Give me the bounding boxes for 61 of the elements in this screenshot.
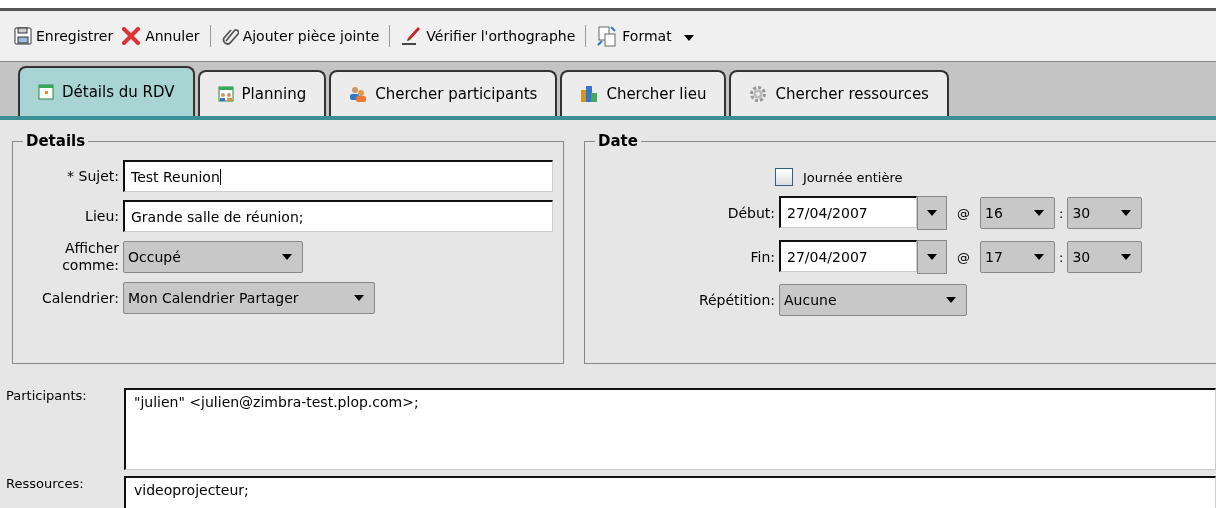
tab[interactable]: Planning bbox=[197, 70, 327, 116]
time-separator: : bbox=[1059, 249, 1064, 265]
hour-dropdown[interactable]: 16 bbox=[980, 197, 1055, 229]
buildings-icon bbox=[580, 85, 599, 103]
dropdown[interactable]: Aucune bbox=[779, 284, 967, 316]
tab[interactable]: Chercher participants bbox=[329, 70, 558, 116]
documents-icon bbox=[596, 25, 619, 47]
checkbox-label: Journée entière bbox=[803, 169, 903, 185]
checkbox[interactable] bbox=[775, 168, 793, 186]
caret-icon bbox=[354, 294, 364, 301]
field-label: * Sujet: bbox=[66, 168, 119, 184]
toolbar-button[interactable]: Ajouter pièce jointe bbox=[216, 27, 384, 45]
toolbar-button[interactable]: Enregistrer bbox=[10, 27, 118, 45]
caret-icon bbox=[683, 35, 694, 41]
subject-field[interactable]: Test Reunion bbox=[123, 160, 553, 192]
field-label: Participants: bbox=[6, 388, 88, 405]
caret-icon bbox=[1034, 254, 1044, 260]
toolbar-button[interactable]: Annuler bbox=[117, 27, 204, 45]
dropdown[interactable]: Occupé bbox=[123, 240, 303, 273]
toolbar-button[interactable]: Vérifier l'orthographe bbox=[396, 25, 580, 47]
at-sign: @ bbox=[957, 249, 970, 265]
resources-field[interactable]: videoprojecteur; bbox=[124, 476, 1216, 508]
field-label: Calendrier: bbox=[40, 289, 119, 306]
toolbar-button[interactable]: Format bbox=[592, 25, 698, 47]
field-label: Afficher comme: bbox=[61, 240, 119, 274]
caret-icon bbox=[927, 210, 937, 216]
field-label: Début: bbox=[726, 205, 775, 221]
caret-icon bbox=[1121, 254, 1132, 260]
attendees-field[interactable]: "julien" <julien@zimbra-test.plop.com>; bbox=[124, 388, 1216, 470]
minute-dropdown[interactable]: 30 bbox=[1067, 241, 1143, 273]
field-label: Ressources: bbox=[6, 476, 85, 493]
panel-title: Date bbox=[597, 132, 639, 150]
caret-icon bbox=[1121, 210, 1132, 216]
tab[interactable]: Détails du RDV bbox=[18, 66, 195, 116]
date-field[interactable]: 27/04/2007 bbox=[779, 240, 917, 272]
calendar-people-icon bbox=[217, 86, 234, 102]
caret-icon bbox=[282, 253, 292, 260]
field-label: Lieu: bbox=[84, 208, 119, 224]
hour-dropdown[interactable]: 17 bbox=[980, 241, 1055, 273]
panel-title: Details bbox=[25, 132, 87, 150]
people-icon bbox=[349, 86, 368, 102]
paperclip-icon bbox=[220, 27, 239, 45]
time-separator: : bbox=[1059, 205, 1064, 221]
tab[interactable]: Chercher ressources bbox=[729, 70, 949, 116]
gear-icon bbox=[749, 85, 768, 103]
caret-icon bbox=[1034, 210, 1044, 216]
dropdown[interactable]: Mon Calendrier Partager bbox=[123, 281, 375, 314]
at-sign: @ bbox=[957, 205, 970, 221]
field-label: Fin: bbox=[749, 249, 775, 265]
date-picker-button[interactable] bbox=[917, 196, 947, 230]
location-field[interactable]: Grande salle de réunion; bbox=[123, 200, 553, 232]
tab[interactable]: Chercher lieu bbox=[560, 70, 727, 116]
cancel-icon bbox=[121, 27, 142, 45]
date-picker-button[interactable] bbox=[917, 240, 947, 274]
minute-dropdown[interactable]: 30 bbox=[1067, 197, 1143, 229]
caret-icon bbox=[927, 254, 937, 260]
calendar-icon bbox=[38, 84, 54, 100]
field-label: Répétition: bbox=[697, 292, 775, 308]
date-field[interactable]: 27/04/2007 bbox=[779, 196, 917, 228]
caret-icon bbox=[946, 297, 956, 303]
pen-icon bbox=[400, 25, 423, 47]
